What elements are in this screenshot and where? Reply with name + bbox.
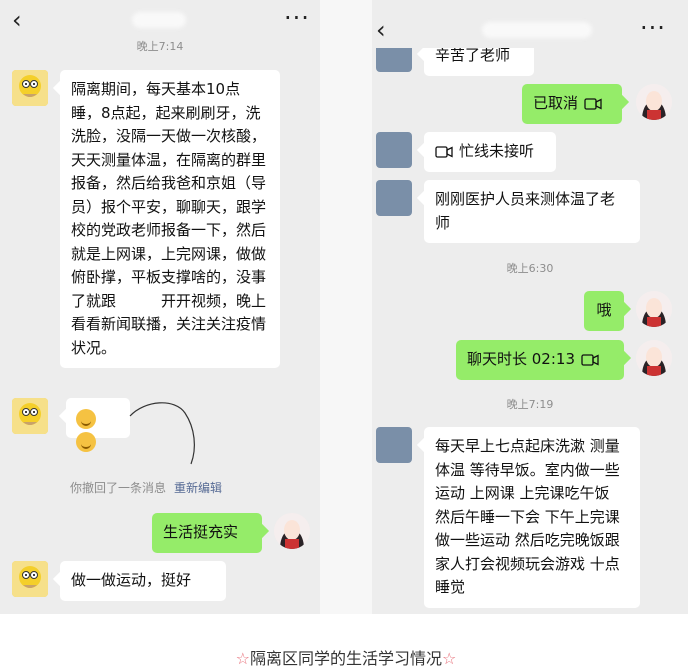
message-bubble[interactable]: 刚刚医护人员来测体温了老师 <box>424 180 640 243</box>
avatar[interactable] <box>12 561 48 597</box>
emoji-message-bubble[interactable] <box>66 398 130 452</box>
timestamp: 晚上7:14 <box>136 40 184 53</box>
timestamp: 晚上6:30 <box>506 262 554 275</box>
more-dots-icon[interactable]: ··· <box>284 4 310 32</box>
reedit-link[interactable]: 重新编辑 <box>174 481 222 495</box>
avatar[interactable] <box>376 427 412 463</box>
emoji-icon <box>76 408 96 429</box>
video-call-icon <box>584 97 602 110</box>
avatar[interactable] <box>636 340 672 376</box>
video-call-icon <box>581 353 599 366</box>
left-chat-screenshot: ‹ ··· 晚上7:14 隔离期间，每天基本10点睡，8点起，起来刷刷牙，洗洗脸… <box>0 0 320 614</box>
message-bubble[interactable]: 生活挺充实 <box>152 513 262 553</box>
timestamp: 晚上7:19 <box>506 398 554 411</box>
message-bubble[interactable]: 做一做运动，挺好 <box>60 561 226 601</box>
back-arrow-icon[interactable]: ‹ <box>376 16 386 44</box>
blurred-contact-name <box>132 12 186 28</box>
avatar[interactable] <box>12 70 48 106</box>
caption-text: 隔离区同学的生活学习情况 <box>249 649 442 668</box>
panel-gap <box>320 0 372 614</box>
star-icon: ☆ <box>442 649 457 668</box>
call-status-text: 忙线未接听 <box>459 142 535 160</box>
call-status-bubble[interactable]: 已取消 <box>522 84 622 124</box>
avatar[interactable] <box>636 84 672 120</box>
message-bubble[interactable]: 隔离期间，每天基本10点睡，8点起，起来刷刷牙，洗洗脸，没隔一天做一次核酸，天天… <box>60 70 280 368</box>
right-chat-screenshot: ‹ ··· 辛苦了老师 已取消 忙线未接听 刚刚医护人员来测体温了老师 晚上6:… <box>372 0 688 614</box>
avatar[interactable] <box>376 132 412 168</box>
avatar[interactable] <box>636 291 672 327</box>
call-status-text: 已取消 <box>533 94 579 112</box>
message-bubble[interactable]: 每天早上七点起床洗漱 测量体温 等待早饭。室内做一些运动 上网课 上完课吃午饭 … <box>424 427 640 608</box>
call-status-bubble[interactable]: 忙线未接听 <box>424 132 556 172</box>
recall-notice: 你撤回了一条消息 重新编辑 <box>70 479 222 496</box>
right-top-bar: ‹ ··· <box>372 0 688 48</box>
caption: ☆隔离区同学的生活学习情况☆ <box>0 645 692 669</box>
star-icon: ☆ <box>235 649 250 668</box>
avatar[interactable] <box>376 180 412 216</box>
message-bubble[interactable]: 哦 <box>584 291 624 331</box>
blurred-contact-name <box>482 22 592 38</box>
avatar[interactable] <box>12 398 48 434</box>
more-dots-icon[interactable]: ··· <box>640 14 666 42</box>
recall-notice-text: 你撤回了一条消息 <box>70 481 167 495</box>
emoji-icon <box>76 432 96 452</box>
back-arrow-icon[interactable]: ‹ <box>12 6 22 34</box>
handwritten-scribble <box>129 402 195 465</box>
video-call-icon <box>435 145 453 158</box>
call-duration-bubble[interactable]: 聊天时长 02:13 <box>456 340 624 380</box>
call-duration-text: 聊天时长 02:13 <box>467 350 575 368</box>
avatar[interactable] <box>274 513 310 549</box>
